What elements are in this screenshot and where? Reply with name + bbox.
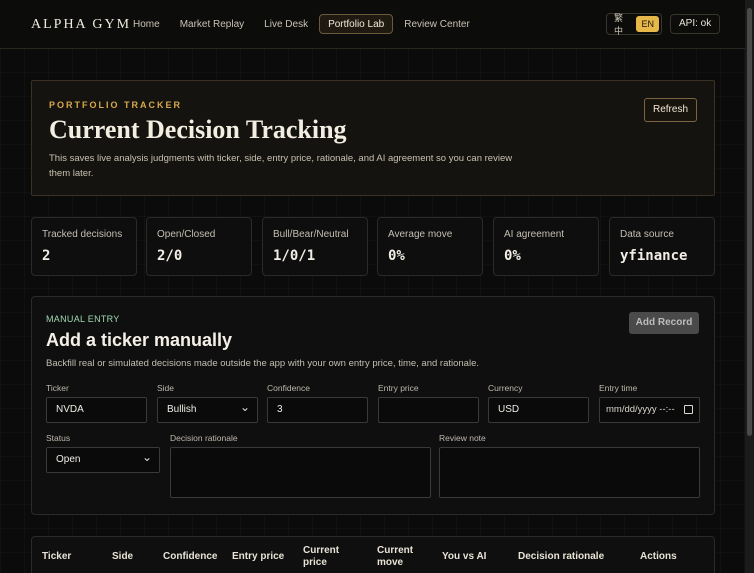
stat-average-move: Average move 0% <box>377 217 483 276</box>
stat-value: 0% <box>504 248 521 264</box>
api-status-badge: API: ok <box>670 14 721 34</box>
hero-panel: PORTFOLIO TRACKER Current Decision Track… <box>31 80 715 196</box>
stat-value: yfinance <box>620 248 688 264</box>
page-scrollbar[interactable] <box>745 0 754 573</box>
stat-label: Average move <box>388 229 453 240</box>
status-value: Open <box>56 454 81 465</box>
side-select[interactable]: Bullish <box>157 395 258 423</box>
rationale-label: Decision rationale <box>170 433 238 443</box>
column-entry-price[interactable]: Entry price <box>232 551 284 563</box>
column-current-move[interactable]: Current move <box>377 545 427 569</box>
manual-entry-description: Backfill real or simulated decisions mad… <box>46 358 479 369</box>
stat-value: 2 <box>42 248 51 264</box>
status-select[interactable]: Open <box>46 445 160 473</box>
manual-entry-kicker: MANUAL ENTRY <box>46 314 120 324</box>
currency-label: Currency <box>488 383 523 393</box>
page-title: Current Decision Tracking <box>49 115 347 144</box>
lang-zh-button[interactable]: 繁中 <box>609 8 636 40</box>
stat-label: Open/Closed <box>157 229 216 240</box>
side-label: Side <box>157 383 175 393</box>
manual-entry-panel: MANUAL ENTRY Add a ticker manually Backf… <box>31 296 715 515</box>
hero-kicker: PORTFOLIO TRACKER <box>49 100 182 110</box>
stat-open-closed: Open/Closed 2/0 <box>146 217 252 276</box>
confidence-label: Confidence <box>267 383 311 393</box>
lang-en-button[interactable]: EN <box>636 16 659 32</box>
column-current-price[interactable]: Current price <box>303 545 353 569</box>
calendar-icon[interactable] <box>684 405 693 414</box>
nav-home[interactable]: Home <box>124 14 169 34</box>
nav-live-desk[interactable]: Live Desk <box>255 14 317 34</box>
stat-data-source: Data source yfinance <box>609 217 715 276</box>
stat-value: 1/0/1 <box>273 248 316 264</box>
ticker-input[interactable]: NVDA <box>46 397 147 423</box>
language-switch: 繁中 EN <box>606 13 662 36</box>
hero-description: This saves live analysis judgments with … <box>49 153 513 179</box>
entry-time-placeholder: mm/dd/yyyy --:-- <box>606 404 675 415</box>
stat-label: Tracked decisions <box>42 229 123 240</box>
column-decision-rationale[interactable]: Decision rationale <box>518 551 604 563</box>
add-record-button[interactable]: Add Record <box>629 312 699 334</box>
review-note-label: Review note <box>439 433 486 443</box>
manual-entry-title: Add a ticker manually <box>46 330 233 350</box>
decisions-table-header: Ticker Side Confidence Entry price Curre… <box>31 536 715 573</box>
stat-label: AI agreement <box>504 229 565 240</box>
ticker-label: Ticker <box>46 383 69 393</box>
nav-portfolio-lab[interactable]: Portfolio Lab <box>319 14 394 34</box>
scrollbar-thumb[interactable] <box>747 8 752 436</box>
nav-market-replay[interactable]: Market Replay <box>171 14 253 34</box>
stat-ai-agreement: AI agreement 0% <box>493 217 599 276</box>
refresh-button[interactable]: Refresh <box>644 98 697 122</box>
rationale-textarea[interactable] <box>170 447 431 498</box>
review-note-textarea[interactable] <box>439 447 700 498</box>
stat-bull-bear-neutral: Bull/Bear/Neutral 1/0/1 <box>262 217 368 276</box>
entry-price-label: Entry price <box>378 383 419 393</box>
stat-value: 2/0 <box>157 248 183 264</box>
status-label: Status <box>46 433 71 443</box>
column-ticker[interactable]: Ticker <box>42 551 71 563</box>
stat-label: Bull/Bear/Neutral <box>273 229 349 240</box>
stat-tracked-decisions: Tracked decisions 2 <box>31 217 137 276</box>
column-you-vs-ai[interactable]: You vs AI <box>442 551 486 563</box>
column-actions[interactable]: Actions <box>640 551 677 563</box>
stat-label: Data source <box>620 229 674 240</box>
column-side[interactable]: Side <box>112 551 133 563</box>
side-value: Bullish <box>167 404 197 415</box>
nav-review-center[interactable]: Review Center <box>395 14 479 34</box>
main-nav: Home Market Replay Live Desk Portfolio L… <box>124 14 479 34</box>
entry-time-label: Entry time <box>599 383 638 393</box>
entry-price-input[interactable] <box>378 397 479 423</box>
stat-value: 0% <box>388 248 405 264</box>
column-confidence[interactable]: Confidence <box>163 551 217 563</box>
brand-logo[interactable]: ALPHA GYM <box>31 17 131 33</box>
currency-input[interactable]: USD <box>488 397 589 423</box>
confidence-input[interactable]: 3 <box>267 397 368 423</box>
top-bar: ALPHA GYM Home Market Replay Live Desk P… <box>0 0 745 49</box>
entry-time-input[interactable]: mm/dd/yyyy --:-- <box>599 397 700 423</box>
